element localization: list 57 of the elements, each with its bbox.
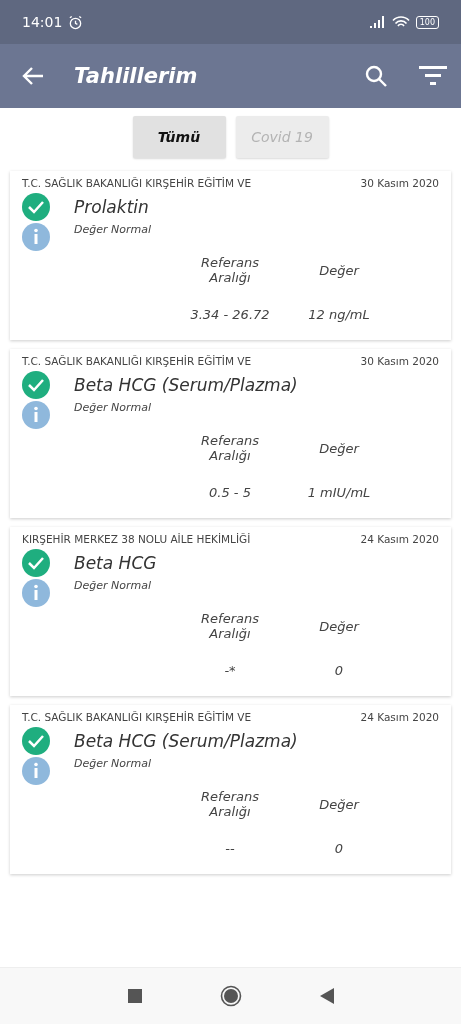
institution-name: KIRŞEHİR MERKEZ 38 NOLU AİLE HEKİMLİĞİ: [22, 533, 251, 545]
check-icon: [22, 727, 50, 755]
column-header: Değer: [318, 262, 361, 278]
column-header: Referans Aralığı: [200, 789, 260, 819]
table-cell-text: 3.34 - 26.72: [189, 307, 271, 322]
status-time: 14:01: [22, 14, 63, 30]
status-text: Değer Normal: [74, 401, 151, 414]
table-cell-text: --: [224, 841, 236, 856]
test-name: Prolaktin: [74, 197, 149, 217]
result-card[interactable]: T.C. SAĞLIK BAKANLIĞI KIRŞEHİR EĞİTİM VE 30 Kasım 2020 Prolaktin Değer Normal Referans Aralığı Değer 3.34 - 26.72 12 ng/mL: [10, 171, 451, 340]
column-header: Referans Aralığı: [200, 611, 260, 641]
test-name: Beta HCG (Serum/Plazma): [74, 375, 298, 395]
check-icon: [22, 193, 50, 221]
info-icon: [22, 223, 50, 251]
test-name: Beta HCG (Serum/Plazma): [74, 731, 298, 751]
column-header: Referans Aralığı: [200, 433, 260, 463]
status-text: Değer Normal: [74, 223, 151, 236]
institution-name: T.C. SAĞLIK BAKANLIĞI KIRŞEHİR EĞİTİM VE: [22, 711, 252, 723]
back-button[interactable]: [22, 66, 44, 86]
battery-icon: 100: [415, 15, 439, 29]
institution-name: T.C. SAĞLIK BAKANLIĞI KIRŞEHİR EĞİTİM VE: [22, 355, 252, 367]
signal-icon: [369, 16, 386, 28]
home-button[interactable]: [219, 985, 242, 1007]
result-date: 24 Kasım 2020: [360, 533, 439, 545]
result-date: 30 Kasım 2020: [360, 177, 439, 189]
result-card[interactable]: T.C. SAĞLIK BAKANLIĞI KIRŞEHİR EĞİTİM VE 24 Kasım 2020 Beta HCG (Serum/Plazma) Değer Normal Referans Aralığı Değer -- 0: [10, 705, 451, 874]
result-card[interactable]: T.C. SAĞLIK BAKANLIĞI KIRŞEHİR EĞİTİM VE 30 Kasım 2020 Beta HCG (Serum/Plazma) Değer Normal Referans Aralığı Değer 0.5 - 5 1 mIU/mL: [10, 349, 451, 518]
table-cell-text: 0: [333, 663, 345, 678]
result-date: 30 Kasım 2020: [360, 355, 439, 367]
check-icon: [22, 549, 50, 577]
table-cell-text: 0: [333, 841, 345, 856]
institution-name: T.C. SAĞLIK BAKANLIĞI KIRŞEHİR EĞİTİM VE: [22, 177, 252, 189]
wifi-icon: [391, 15, 410, 29]
column-header: Referans Aralığı: [200, 255, 260, 285]
column-header: Değer: [318, 796, 361, 812]
screen-title: Tahlillerim: [74, 64, 199, 88]
info-icon: [22, 579, 50, 607]
status-text: Değer Normal: [74, 757, 151, 770]
back-nav-button[interactable]: [319, 988, 334, 1004]
table-cell-text: 1 mIU/mL: [306, 485, 372, 500]
column-header: Değer: [318, 618, 361, 634]
table-cell-text: -*: [223, 663, 237, 678]
search-button[interactable]: [365, 65, 387, 87]
alarm-clock-icon: [68, 14, 84, 30]
filter-tab[interactable]: Tümü: [132, 116, 226, 158]
table-cell-text: 12 ng/mL: [307, 307, 371, 322]
status-text: Değer Normal: [74, 579, 151, 592]
recents-button[interactable]: [127, 989, 142, 1003]
test-name: Beta HCG: [74, 553, 157, 573]
table-cell-text: 0.5 - 5: [208, 485, 252, 500]
column-header: Değer: [318, 440, 361, 456]
result-card[interactable]: KIRŞEHİR MERKEZ 38 NOLU AİLE HEKİMLİĞİ 24 Kasım 2020 Beta HCG Değer Normal Referans Aralığı Değer -* 0: [10, 527, 451, 696]
filter-button[interactable]: [419, 66, 447, 86]
result-date: 24 Kasım 2020: [360, 711, 439, 723]
info-icon: [22, 401, 50, 429]
check-icon: [22, 371, 50, 399]
info-icon: [22, 757, 50, 785]
